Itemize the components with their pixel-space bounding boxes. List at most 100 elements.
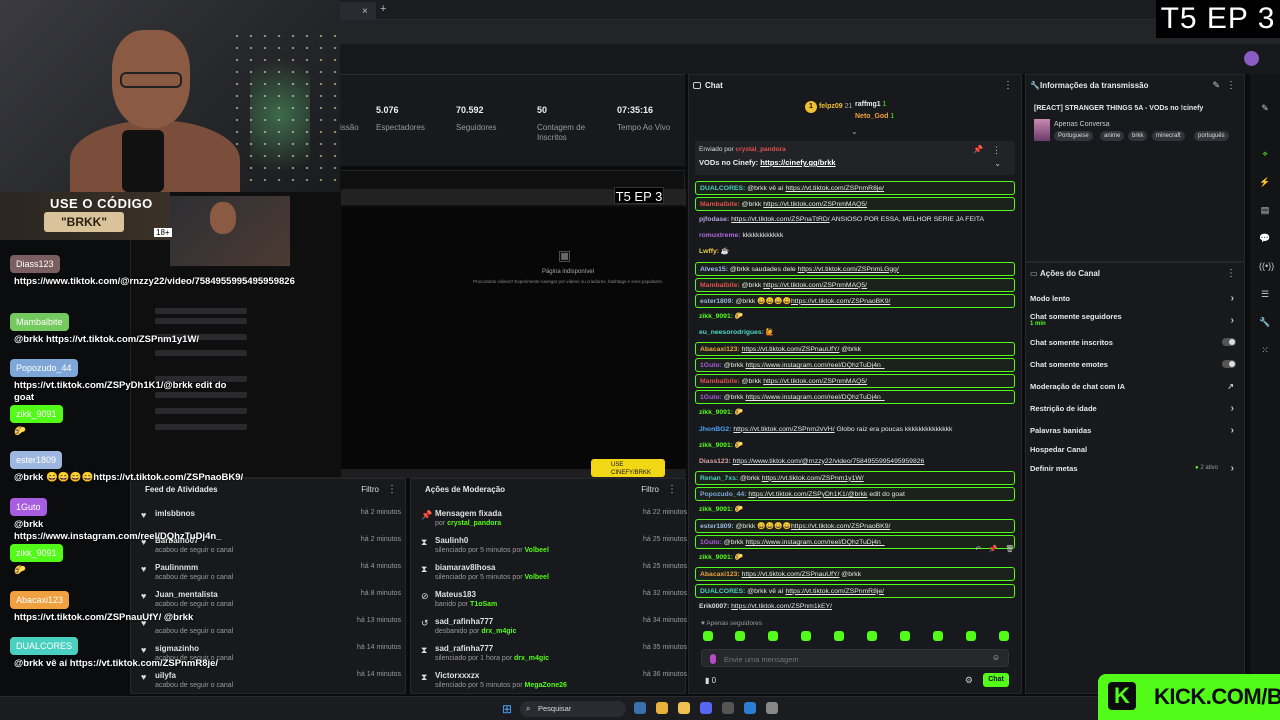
chat-message[interactable]: romuxtreme: kkkkkkkkkkkk [695,229,1015,243]
emotes-only-toggle[interactable] [1222,360,1236,368]
chat-input-box[interactable]: ☺ [701,649,1009,667]
document-icon[interactable]: ▤ [1259,204,1271,216]
chat-username[interactable]: Renan_7xs: [700,475,738,482]
stream-tag[interactable]: anime [1100,131,1125,141]
chat-message[interactable]: Diass123: https://www.tiktok.com/@rnzzy2… [695,455,1015,469]
emote-icon[interactable] [900,631,910,641]
action-subscribers-only[interactable]: Chat somente inscritos [1030,338,1240,354]
chat-link[interactable]: https://vt.tiktok.com/ZSPnaoBK9/ [791,298,890,305]
action-host-channel[interactable]: Hospedar Canal [1030,445,1240,461]
chat-username[interactable]: Mambalbite: [700,378,740,385]
chat-username[interactable]: Alves15: [700,266,728,273]
chat-username[interactable]: zikk_9091: [699,442,733,449]
chat-message[interactable]: ester1809: @brkk 😄😄😄😄https://vt.tiktok.c… [695,293,1015,308]
action-age-restriction[interactable]: Restrição de idade › [1030,403,1240,420]
leaderboard-third[interactable]: Neto_God 1 [855,113,894,120]
chat-message[interactable]: 1Guto: @brkk https://www.instagram.com/r… [695,535,1015,550]
chat-bubble-icon[interactable]: 💬 [1259,232,1271,244]
action-ai-moderation[interactable]: Moderação de chat com IA ↗ [1030,382,1240,398]
emote-icon[interactable] [933,631,943,641]
chat-message[interactable]: Popozudo_44: https://vt.tiktok.com/ZSPyD… [695,486,1015,501]
taskbar-search[interactable]: ⌕ Pesquisar [520,701,626,717]
message-actions[interactable]: ↶ 📌 🗑 [975,545,1014,553]
channel-actions-menu-icon[interactable]: ⋮ [1226,263,1236,285]
emote-icon[interactable] [703,631,713,641]
chat-username[interactable]: ester1809: [700,298,734,305]
chat-link[interactable]: https://vt.tiktok.com/ZSPnm2vVH/ [733,426,834,433]
list-icon[interactable]: ☰ [1259,288,1271,300]
chat-username[interactable]: Mambalbite: [700,201,740,208]
chat-username[interactable]: zikk_9091: [699,409,733,416]
chat-message[interactable]: ester1809: @brkk 😄😄😄😄https://vt.tiktok.c… [695,519,1015,534]
chat-username[interactable]: Diass123: [699,458,731,465]
broadcast-icon[interactable]: ((•)) [1259,260,1274,272]
collapse-chevron-icon[interactable]: ⌄ [851,127,858,136]
apps-icon[interactable]: ⁙ [1259,344,1271,356]
pin-message-icon[interactable]: 📌 [989,546,998,553]
chat-link[interactable]: https://vt.tiktok.com/ZSPnmMAQ5/ [763,378,867,385]
chat-link[interactable]: https://vt.tiktok.com/ZSPnaTtRD/ [731,216,830,223]
pinned-link[interactable]: https://cinefy.gg/brkk [760,158,835,167]
chat-username[interactable]: zikk_9091: [699,554,733,561]
chat-link[interactable]: https://vt.tiktok.com/ZSPnmMAQ5/ [763,282,867,289]
chat-send-button[interactable]: Chat [983,673,1009,687]
emote-icon[interactable] [735,631,745,641]
chat-username[interactable]: zikk_9091: [699,506,733,513]
chat-message[interactable]: Lwffy: ☕ [695,245,1015,259]
chat-message[interactable]: zikk_9091: 🌮 [695,439,1015,453]
pinned-menu-icon[interactable]: ⋮ [992,145,1001,156]
app-icon[interactable] [766,702,778,714]
chat-username[interactable]: ester1809: [700,523,734,530]
leaderboard-first[interactable]: 1 felpz09 21 [805,101,852,113]
bolt-icon[interactable]: ⚡ [1259,176,1271,188]
chat-link[interactable]: https://vt.tiktok.com/ZSPnmMAQ5/ [763,201,867,208]
chat-message[interactable]: zikk_9091: 🌮 [695,551,1015,565]
chat-message[interactable]: Mambalbite: @brkk https://vt.tiktok.com/… [695,374,1015,389]
feed-filter-button[interactable]: Filtro [361,479,379,501]
chat-menu-icon[interactable]: ⋮ [1003,75,1013,97]
chat-input[interactable] [724,653,984,665]
chat-link[interactable]: https://vt.tiktok.com/ZSPnm1kEY/ [731,603,832,610]
tool-icon[interactable]: 🔧 [1259,316,1271,328]
pin-icon[interactable]: 📌 [973,145,983,154]
chrome-icon[interactable] [656,702,668,714]
chat-link[interactable]: https://www.tiktok.com/@rnzzy22/video/75… [733,458,925,465]
chat-message[interactable]: Renan_7xs: @brkk https://vt.tiktok.com/Z… [695,470,1015,485]
tab-close-icon[interactable]: × [362,6,368,17]
moderation-filter-button[interactable]: Filtro [641,479,659,501]
chat-message[interactable]: Mambalbite: @brkk https://vt.tiktok.com/… [695,197,1015,212]
chat-username[interactable]: 1Guto: [700,394,722,401]
chat-username[interactable]: DUALCORES: [700,588,745,595]
user-avatar[interactable] [1244,51,1259,66]
chat-username[interactable]: Mambalbite: [700,282,740,289]
new-tab-icon[interactable]: + [380,3,386,15]
chat-message[interactable]: zikk_9091: 🌮 [695,406,1015,420]
subscribers-only-toggle[interactable] [1222,338,1236,346]
folder-icon[interactable] [678,702,690,714]
browser-tab[interactable]: × [340,2,376,20]
chat-message[interactable]: Mambalbite: @brkk https://vt.tiktok.com/… [695,277,1015,292]
chat-message[interactable]: pjfodase: https://vt.tiktok.com/ZSPnaTtR… [695,213,1015,227]
chat-message[interactable]: zikk_9091: 🌮 [695,503,1015,517]
pinned-message[interactable]: Enviado por crystal_pandora VODs no Cine… [695,141,1015,175]
moderation-menu-icon[interactable]: ⋮ [667,479,677,501]
player-screen[interactable] [341,207,686,469]
delete-icon[interactable]: 🗑 [1006,546,1015,553]
chat-message[interactable]: Alves15: @brkk saudades dele https://vt.… [695,261,1015,276]
chat-username[interactable]: zikk_9091: [699,313,733,320]
chat-link[interactable]: https://vt.tiktok.com/ZSPnmLGgg/ [798,266,899,273]
stream-tag[interactable]: Portuguese [1054,131,1093,141]
chat-link[interactable]: https://vt.tiktok.com/ZSPnmR8je/ [785,185,884,192]
pen-icon[interactable]: ✎ [1259,102,1271,114]
emoji-picker-icon[interactable]: ☺ [992,653,1000,662]
action-emotes-only[interactable]: Chat somente emotes [1030,360,1240,376]
obs-icon[interactable] [722,702,734,714]
chat-link[interactable]: https://vt.tiktok.com/ZSPnaoBK9/ [791,523,890,530]
leaderboard-second[interactable]: raffmg1 1 [855,101,887,108]
stream-tag[interactable]: brkk [1128,131,1148,141]
chat-username[interactable]: 1Guto: [700,539,722,546]
chat-username[interactable]: romuxtreme: [699,232,741,239]
action-slow-mode[interactable]: Modo lento › [1030,293,1240,310]
camera-icon[interactable]: ⌖ [1259,148,1271,160]
chat-message[interactable]: 1Guto: @brkk https://www.instagram.com/r… [695,358,1015,373]
